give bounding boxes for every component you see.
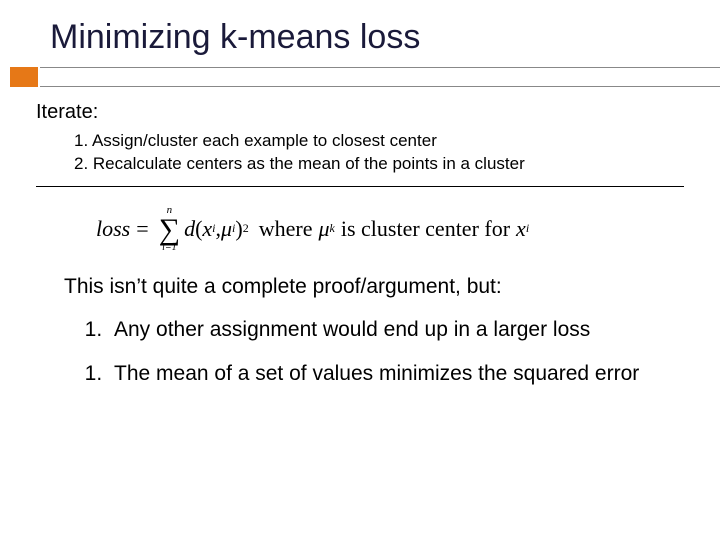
sigma-symbol: ∑: [159, 216, 180, 243]
sigma-icon: n ∑ i=1: [159, 205, 180, 253]
loss-formula: loss = n ∑ i=1 d ( xi , μi )2 where μk i…: [96, 205, 529, 253]
formula-block: loss = n ∑ i=1 d ( xi , μi )2 where μk i…: [36, 205, 684, 253]
title-accent: [0, 67, 720, 87]
accent-line: [40, 67, 720, 87]
argument-1: Any other assignment would end up in a l…: [108, 317, 684, 343]
equals-sign: =: [136, 216, 148, 242]
mu2-var: μ: [318, 216, 329, 242]
x2-var: x: [516, 216, 526, 242]
argument-2: The mean of a set of values minimizes th…: [108, 361, 684, 387]
x2-sub: i: [526, 221, 529, 236]
iterate-steps: 1. Assign/cluster each example to closes…: [36, 130, 684, 176]
lead-text: This isn’t quite a complete proof/argume…: [36, 275, 684, 299]
squared: 2: [243, 221, 249, 236]
mu2-sub: k: [330, 221, 335, 236]
accent-square: [10, 67, 38, 87]
divider: [36, 186, 684, 187]
loss-word: loss: [96, 216, 130, 242]
slide-content: Iterate: 1. Assign/cluster each example …: [0, 101, 720, 387]
rparen: ): [235, 216, 242, 242]
x-var: x: [202, 216, 212, 242]
where-word: where: [259, 216, 313, 242]
step-2: 2. Recalculate centers as the mean of th…: [74, 153, 684, 176]
sum-lower: i=1: [162, 243, 177, 253]
d-func: d: [184, 216, 195, 242]
step-1: 1. Assign/cluster each example to closes…: [74, 130, 684, 153]
argument-list: Any other assignment would end up in a l…: [36, 317, 684, 388]
is-cluster-text: is cluster center for: [341, 216, 510, 242]
mu-var: μ: [221, 216, 232, 242]
iterate-label: Iterate:: [36, 101, 684, 124]
slide-title: Minimizing k-means loss: [0, 0, 720, 67]
